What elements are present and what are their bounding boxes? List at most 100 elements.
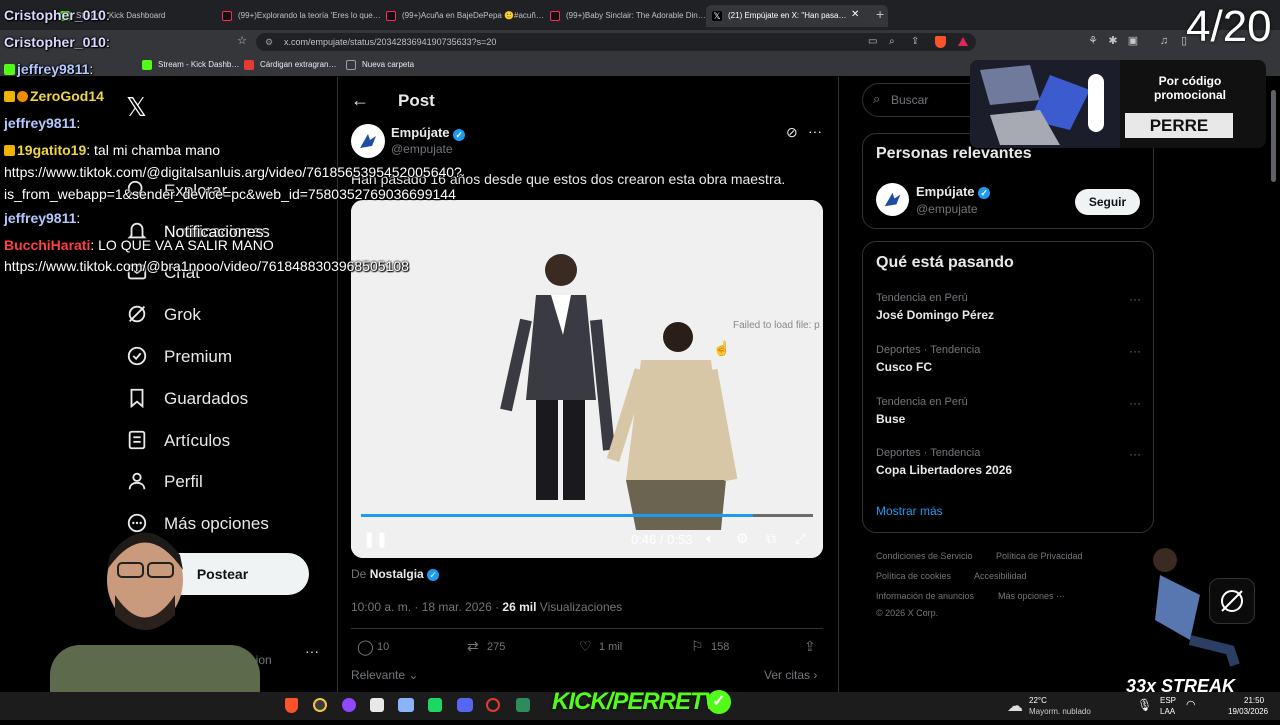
grok-explain-icon[interactable]: ⊘ bbox=[786, 124, 798, 141]
author-avatar[interactable] bbox=[351, 124, 385, 158]
footer-terms[interactable]: Condiciones de Servicio bbox=[876, 551, 973, 561]
twitch-icon[interactable] bbox=[342, 698, 356, 712]
trend-item[interactable]: Deportes · Tendencia Cusco FC ··· bbox=[876, 344, 1141, 374]
trend-more-icon[interactable]: ··· bbox=[1129, 447, 1141, 461]
brave-shield-icon[interactable] bbox=[935, 36, 946, 48]
nav-articles[interactable]: Artículos bbox=[126, 427, 230, 455]
extension-icon[interactable]: ⚘ bbox=[1087, 35, 1099, 47]
tab-tiktok-3[interactable]: (99+)Baby Sinclair: The Adorable Din… bbox=[544, 5, 716, 27]
view-quotes-link[interactable]: Ver citas › bbox=[764, 668, 817, 682]
language-code[interactable]: ESP bbox=[1160, 696, 1176, 705]
footer-more[interactable]: Más opciones ··· bbox=[998, 591, 1065, 601]
trend-more-icon[interactable]: ··· bbox=[1129, 344, 1141, 358]
share-icon[interactable]: ⇪ bbox=[804, 638, 816, 655]
post-more-icon[interactable]: ··· bbox=[808, 123, 822, 139]
repost-button[interactable]: ⇄ 275 bbox=[467, 638, 505, 654]
microphone-icon[interactable]: 🎙︎ bbox=[1137, 698, 1152, 712]
x-logo-icon: 𝕏 bbox=[712, 11, 722, 21]
clock-date[interactable]: 19/03/2026 bbox=[1228, 707, 1268, 716]
account-menu-icon[interactable]: ··· bbox=[305, 643, 319, 659]
author-handle[interactable]: @empujate bbox=[391, 142, 453, 156]
chat-message: jeffrey9811: bbox=[4, 115, 81, 131]
wifi-icon[interactable]: ◠ bbox=[1186, 698, 1196, 711]
settings-icon[interactable]: ⚙ bbox=[736, 530, 749, 547]
search-icon: ⌕ bbox=[873, 91, 881, 106]
back-arrow-icon[interactable]: ← bbox=[351, 90, 369, 111]
weather-icon[interactable]: ☁ bbox=[1007, 696, 1023, 716]
trend-more-icon[interactable]: ··· bbox=[1129, 396, 1141, 410]
author-name[interactable]: Empújate ✓ bbox=[391, 125, 466, 141]
tab-tiktok-1[interactable]: (99+)Explorando la teoría 'Eres lo que… bbox=[216, 5, 388, 27]
footer-ads[interactable]: Información de anuncios bbox=[876, 591, 974, 601]
x-home-icon[interactable]: 𝕏 bbox=[126, 92, 147, 123]
promo-banner: Por código promocional PERRE bbox=[970, 60, 1266, 148]
nav-bookmarks[interactable]: Guardados bbox=[126, 385, 248, 413]
language-layout[interactable]: LAA bbox=[1160, 707, 1175, 716]
close-tab-icon[interactable]: ✕ bbox=[851, 9, 859, 20]
person-icon bbox=[128, 472, 146, 490]
video-player[interactable]: Failed to load file: p ❚❚ 0:46 / 0:53 🔈︎… bbox=[351, 200, 823, 558]
footer-accessibility[interactable]: Accesibilidad bbox=[974, 571, 1027, 581]
volume-icon[interactable]: 🔈︎ bbox=[706, 530, 714, 547]
chat-message: ZeroGod14 bbox=[4, 88, 104, 104]
nav-grok[interactable]: Grok bbox=[126, 301, 201, 329]
show-more-link[interactable]: Mostrar más bbox=[876, 504, 943, 518]
url-field[interactable]: ⚙ x.com/empujate/status/2034283694190735… bbox=[256, 33, 976, 51]
site-info-icon[interactable]: ⚙ bbox=[265, 33, 273, 51]
puzzle-icon[interactable]: ✱ bbox=[1107, 35, 1119, 47]
footer-cookies[interactable]: Política de cookies bbox=[876, 571, 951, 581]
scrollbar-thumb[interactable] bbox=[1271, 90, 1276, 182]
reply-button[interactable]: ◯ 10 bbox=[357, 639, 389, 656]
tab-x-active[interactable]: 𝕏 (21) Empújate en X: "Han pasa… bbox=[706, 5, 888, 27]
store-icon bbox=[244, 60, 254, 70]
video-source: De Nostalgia ✓ bbox=[351, 567, 440, 581]
cast-icon[interactable]: ▭ bbox=[868, 33, 877, 51]
crown-badge-icon bbox=[4, 145, 15, 156]
nav-premium[interactable]: Premium bbox=[126, 343, 232, 371]
bookmark-folder[interactable]: Nueva carpeta bbox=[346, 58, 414, 72]
pip-icon[interactable]: ⧉ bbox=[766, 530, 776, 547]
cloud-icon[interactable] bbox=[398, 698, 414, 712]
nav-profile[interactable]: Perfil bbox=[126, 468, 203, 496]
relevant-name[interactable]: Empújate ✓ bbox=[916, 184, 991, 199]
clock-time[interactable]: 21:50 bbox=[1244, 696, 1264, 705]
app-icon[interactable] bbox=[428, 698, 442, 712]
discord-icon[interactable] bbox=[457, 698, 473, 712]
pause-icon[interactable]: ❚❚ bbox=[363, 530, 388, 548]
trend-item[interactable]: Deportes · Tendencia Copa Libertadores 20… bbox=[876, 447, 1141, 477]
bookmark-kick[interactable]: Stream - Kick Dashb… bbox=[142, 58, 239, 72]
opera-icon[interactable] bbox=[486, 698, 500, 712]
app-icon[interactable] bbox=[313, 698, 327, 712]
weather-temp: 22°C bbox=[1029, 696, 1047, 705]
relevant-avatar[interactable] bbox=[876, 183, 909, 216]
footer-privacy[interactable]: Política de Privacidad bbox=[996, 551, 1083, 561]
chat-message: BucchiHarati: LO QUE VA A SALIR MANO bbox=[4, 237, 274, 253]
trends-card: Qué está pasando Tendencia en Perú José D… bbox=[862, 241, 1154, 533]
brave-taskbar-icon[interactable] bbox=[285, 698, 298, 713]
tab-tiktok-2[interactable]: (99+)Acuña en BajeDePepa 🙂#acuñ… bbox=[380, 5, 552, 27]
video-progress-fill[interactable] bbox=[361, 514, 754, 517]
bookmark-page-icon[interactable]: ☆ bbox=[236, 35, 248, 47]
new-tab-icon[interactable]: + bbox=[876, 6, 884, 22]
grok-floating-button[interactable] bbox=[1209, 578, 1255, 624]
zoom-icon[interactable]: ⌕ bbox=[889, 33, 895, 51]
app-icon[interactable] bbox=[370, 698, 384, 712]
bookmark-cardigan[interactable]: Cárdigan extragran… bbox=[244, 58, 336, 72]
video-overlay-text: Failed to load file: p bbox=[733, 320, 820, 331]
sub-badge-icon bbox=[4, 64, 15, 75]
source-link[interactable]: Nostalgia bbox=[370, 567, 424, 581]
like-button[interactable]: ♡ 1 mil bbox=[579, 638, 622, 654]
wallet-icon[interactable]: ▣ bbox=[1127, 35, 1139, 47]
fullscreen-icon[interactable]: ⤢ bbox=[795, 530, 806, 547]
promo-toggle bbox=[1088, 74, 1104, 132]
trend-more-icon[interactable]: ··· bbox=[1129, 292, 1141, 306]
sort-dropdown[interactable]: Relevante ⌄ bbox=[351, 668, 418, 682]
bookmark-button[interactable]: ⚐ 158 bbox=[691, 638, 729, 654]
trend-item[interactable]: Tendencia en Perú Buse ··· bbox=[876, 396, 1141, 426]
brave-rewards-icon[interactable] bbox=[958, 37, 968, 46]
trend-item[interactable]: Tendencia en Perú José Domingo Pérez ··· bbox=[876, 292, 1141, 322]
follow-button[interactable]: Seguir bbox=[1075, 189, 1140, 215]
media-icon[interactable]: ♫ bbox=[1158, 35, 1170, 47]
app-icon[interactable] bbox=[516, 698, 530, 712]
share-icon[interactable]: ⇪ bbox=[911, 33, 919, 51]
